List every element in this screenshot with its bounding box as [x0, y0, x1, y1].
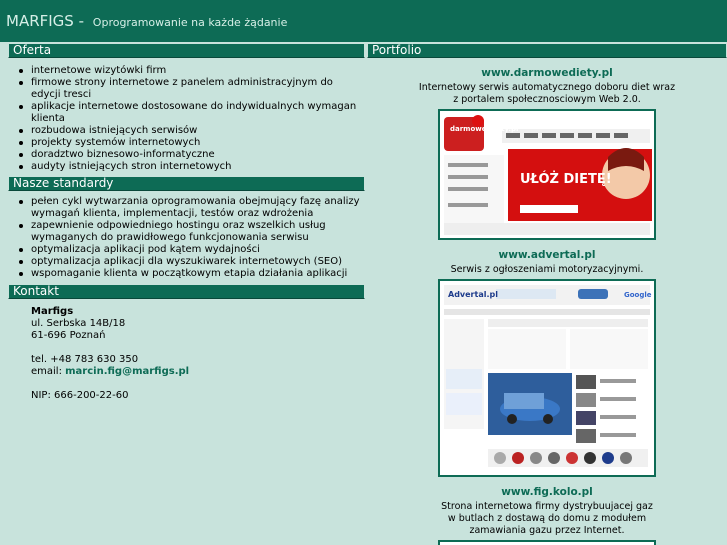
portfolio-item: www.darmowediety.pl Internetowy serwis a…: [367, 67, 727, 240]
portfolio-desc-line: w butlach z dostawą do domu z modułem: [447, 513, 647, 524]
contact-email-link[interactable]: marcin.fig@marfigs.pl: [65, 366, 189, 377]
right-column: Portfolio www.darmowediety.pl Internetow…: [367, 42, 727, 545]
section-header-standards: Nasze standardy: [8, 176, 365, 191]
standards-item: optymalizacja aplikacji pod kątem wydajn…: [8, 244, 365, 256]
standards-item: optymalizacja aplikacji dla wyszukiwarek…: [8, 256, 365, 268]
portfolio-screenshot-darmowediety[interactable]: darmowe diety.pl UŁÓŻ DIETĘ!: [438, 109, 656, 240]
contact-street: ul. Serbska 14B/18: [31, 318, 126, 329]
contact-nip: NIP: 666-200-22-60: [31, 390, 129, 401]
portfolio-desc-line: Serwis z ogłoszeniami motoryzacyjnymi.: [450, 264, 644, 275]
portfolio-description: Serwis z ogłoszeniami motoryzacyjnymi.: [367, 264, 727, 276]
section-header-portfolio: Portfolio: [367, 43, 727, 58]
contact-email-label: email:: [31, 366, 62, 377]
offer-item: firmowe strony internetowe z panelem adm…: [8, 77, 365, 101]
standards-item: zapewnienie odpowiedniego hostingu oraz …: [8, 220, 365, 244]
portfolio-desc-line: z portalem społecznosciowym Web 2.0.: [453, 94, 641, 105]
contact-phone: tel. +48 783 630 350: [31, 354, 139, 365]
contact-spacer: [31, 342, 365, 354]
offer-item: audyty istniejących stron internetowych: [8, 161, 365, 173]
contact-email-row: email: marcin.fig@marfigs.pl: [31, 366, 365, 378]
offer-item: aplikacje internetowe dostosowane do ind…: [8, 101, 365, 125]
portfolio-desc-line: Strona internetowa firmy dystrybuujacej …: [441, 501, 653, 512]
portfolio-desc-line: zamawiania gazu przez Internet.: [469, 525, 625, 536]
top-header-bar: MARFIGS - Oprogramowanie na każde żądani…: [0, 0, 727, 42]
screenshot-graphic: Google Advertal.pl: [440, 281, 654, 475]
brand-tagline: Oprogramowanie na każde żądanie: [92, 16, 288, 29]
portfolio-item: www.advertal.pl Serwis z ogłoszeniami mo…: [367, 249, 727, 477]
portfolio-link[interactable]: www.fig.kolo.pl: [367, 486, 727, 499]
offer-item: internetowe wizytówki firm: [8, 65, 365, 77]
screenshot-logo: darmowe diety.pl: [450, 125, 518, 133]
offer-item: doradztwo biznesowo-informatyczne: [8, 149, 365, 161]
portfolio-link[interactable]: www.advertal.pl: [367, 249, 727, 262]
portfolio-description: Internetowy serwis automatycznego doboru…: [367, 82, 727, 106]
screenshot-logo: Advertal.pl: [448, 290, 498, 299]
portfolio-screenshot-advertal[interactable]: Google Advertal.pl: [438, 279, 656, 477]
portfolio-item: www.fig.kolo.pl Strona internetowa firmy…: [367, 486, 727, 545]
screenshot-graphic: darmowe diety.pl UŁÓŻ DIETĘ!: [440, 111, 654, 238]
brand-name[interactable]: MARFIGS -: [6, 12, 84, 30]
contact-spacer: [31, 378, 365, 390]
portfolio-screenshot-figkolo[interactable]: [438, 540, 656, 545]
svg-text:Google: Google: [624, 291, 652, 299]
contact-city: 61-696 Poznań: [31, 330, 106, 341]
portfolio-link[interactable]: www.darmowediety.pl: [367, 67, 727, 80]
screenshot-banner: UŁÓŻ DIETĘ!: [520, 171, 612, 187]
standards-item: pełen cykl wytwarzania oprogramowania ob…: [8, 196, 365, 220]
standards-item: wspomaganie klienta w początkowym etapia…: [8, 268, 365, 280]
contact-block: Marfigs ul. Serbska 14B/18 61-696 Poznań…: [8, 299, 365, 402]
offer-list: internetowe wizytówki firm firmowe stron…: [8, 58, 365, 175]
site-brand: MARFIGS - Oprogramowanie na każde żądani…: [6, 12, 287, 30]
portfolio-description: Strona internetowa firmy dystrybuujacej …: [367, 501, 727, 537]
contact-company: Marfigs: [31, 306, 74, 317]
section-header-contact: Kontakt: [8, 284, 365, 299]
portfolio-desc-line: Internetowy serwis automatycznego doboru…: [418, 82, 676, 93]
left-column: Oferta internetowe wizytówki firm firmow…: [8, 42, 365, 545]
section-header-offer: Oferta: [8, 43, 365, 58]
offer-item: rozbudowa istniejących serwisów: [8, 125, 365, 137]
standards-list: pełen cykl wytwarzania oprogramowania ob…: [8, 191, 365, 283]
offer-item: projekty systemów internetowych: [8, 137, 365, 149]
